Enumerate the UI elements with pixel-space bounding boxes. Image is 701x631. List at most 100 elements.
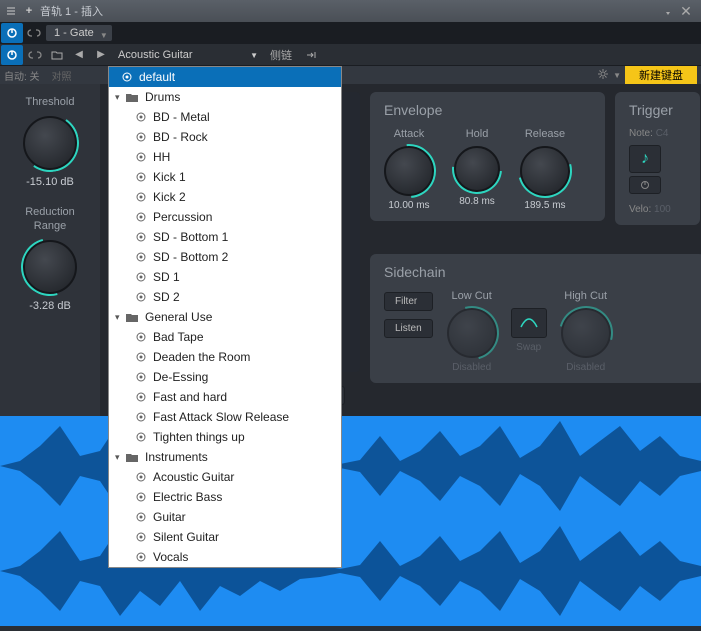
sub-toolbar: 自动: 关 对照 ▼ 新建键盘 [0,66,701,84]
compare-label[interactable]: 对照 [52,68,72,83]
preset-item-label: Tighten things up [153,430,245,444]
preset-item-label: default [139,70,175,84]
listen-button[interactable]: Listen [384,319,433,338]
range-label: Range [34,220,66,232]
preset-item[interactable]: SD 2 [109,287,341,307]
preset-item-label: BD - Metal [153,110,210,124]
lowcut-label: Low Cut [452,290,492,302]
link-icon[interactable] [24,23,44,43]
preset-item[interactable]: Tighten things up [109,427,341,447]
pin-icon[interactable] [661,4,675,18]
automation-label[interactable]: 自动: 关 [4,68,40,83]
menu-icon[interactable] [4,4,18,18]
preset-item[interactable]: Deaden the Room [109,347,341,367]
tab-bar: 1 - Gate ▼ [0,22,701,44]
preset-icon [133,550,149,564]
preset-item-label: Fast and hard [153,390,227,404]
highcut-disabled: Disabled [566,362,605,373]
swap-label: Swap [516,342,541,353]
folder-icon [125,451,141,463]
preset-item[interactable]: BD - Metal [109,107,341,127]
category-label: General Use [145,310,212,324]
window-title: 音轨 1 - 插入 [40,3,103,19]
threshold-knob[interactable] [23,116,77,170]
tab-label: 1 - Gate [54,27,94,39]
preset-icon [133,470,149,484]
preset-item-label: BD - Rock [153,130,208,144]
velo-label: Velo: [629,204,651,215]
preset-item-default[interactable]: default [109,67,341,87]
gear-icon[interactable] [597,68,611,82]
preset-item[interactable]: SD 1 [109,267,341,287]
category-label: Drums [145,90,180,104]
preset-category[interactable]: ▾Instruments [109,447,341,467]
hold-knob[interactable] [454,146,500,192]
add-icon[interactable]: + [22,4,36,18]
preset-icon [133,290,149,304]
collapse-icon: ▾ [115,92,125,103]
highcut-knob[interactable] [561,308,611,358]
preset-item[interactable]: Fast Attack Slow Release [109,407,341,427]
folder-icon [125,311,141,323]
midi-note-icon[interactable]: ♪ [629,145,661,173]
preset-item[interactable]: Electric Bass [109,487,341,507]
preset-icon [133,130,149,144]
preset-category[interactable]: ▾ Drums [109,87,341,107]
prev-preset-icon[interactable]: ◀ [69,46,89,64]
release-knob[interactable] [520,146,570,196]
preset-dropdown: default ▾DrumsBD - MetalBD - RockHHKick … [108,66,342,568]
swap-button[interactable] [511,308,547,338]
envelope-panel: Envelope Attack 10.00 ms Hold 80.8 ms Re… [370,92,605,221]
preset-item[interactable]: SD - Bottom 2 [109,247,341,267]
preset-item[interactable]: Kick 2 [109,187,341,207]
preset-item[interactable]: Guitar [109,507,341,527]
range-knob[interactable] [23,240,77,294]
preset-icon [133,270,149,284]
preset-item[interactable]: Bad Tape [109,327,341,347]
plugin-tab[interactable]: 1 - Gate ▼ [46,25,112,41]
plugin-body: Threshold -15.10 dB Reduction Range -3.2… [0,84,701,416]
lowcut-knob[interactable] [447,308,497,358]
preset-icon [133,330,149,344]
preset-icon [133,390,149,404]
link-small-icon[interactable] [25,46,45,64]
preset-item-label: SD - Bottom 1 [153,230,228,244]
collapse-icon: ▾ [115,452,125,463]
range-value: -3.28 dB [29,300,71,312]
bypass-button[interactable] [1,45,23,65]
preset-item[interactable]: Acoustic Guitar [109,467,341,487]
attack-knob[interactable] [384,146,434,196]
chevron-down-icon: ▼ [250,51,258,60]
preset-selector[interactable]: Acoustic Guitar ▼ [112,47,262,63]
preset-item[interactable]: Vocals [109,547,341,567]
preset-icon [133,170,149,184]
audio-waveform[interactable] [0,416,701,626]
preset-item[interactable]: Kick 1 [109,167,341,187]
preset-item[interactable]: BD - Rock [109,127,341,147]
preset-item[interactable]: De-Essing [109,367,341,387]
new-keyboard-button[interactable]: 新建键盘 [625,66,697,84]
preset-item-label: SD 2 [153,290,180,304]
preset-item[interactable]: SD - Bottom 1 [109,227,341,247]
preset-item[interactable]: Fast and hard [109,387,341,407]
next-preset-icon[interactable]: ▶ [91,46,111,64]
trigger-power-button[interactable] [629,176,661,194]
preset-item[interactable]: Percussion [109,207,341,227]
filter-button[interactable]: Filter [384,292,433,311]
sidechain-button[interactable]: 侧链 [262,45,300,65]
plugin-toolbar: ◀ ▶ Acoustic Guitar ▼ 侧链 [0,44,701,66]
preset-item-label: Fast Attack Slow Release [153,410,289,424]
velo-value: 100 [654,204,671,215]
power-button[interactable] [1,23,23,43]
expand-icon[interactable] [301,46,321,64]
collapse-icon: ▾ [115,312,125,323]
preset-item[interactable]: Silent Guitar [109,527,341,547]
folder-icon[interactable] [47,46,67,64]
hold-label: Hold [466,128,489,140]
close-icon[interactable]: ✕ [679,4,693,18]
preset-item[interactable]: HH [109,147,341,167]
highcut-label: High Cut [564,290,607,302]
preset-item-label: Electric Bass [153,490,222,504]
preset-icon [133,150,149,164]
preset-category[interactable]: ▾ General Use [109,307,341,327]
